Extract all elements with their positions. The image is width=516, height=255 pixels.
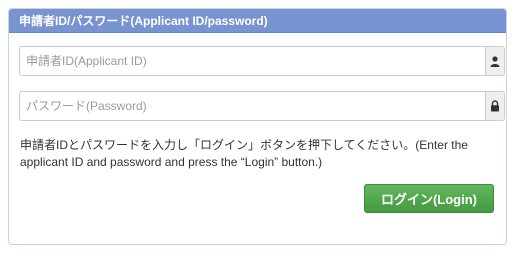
login-button[interactable]: ログイン(Login)	[364, 184, 494, 213]
password-input[interactable]	[20, 92, 485, 120]
login-panel: 申請者ID/パスワード(Applicant ID/password) 申請者ID…	[8, 8, 507, 245]
login-instructions: 申請者IDとパスワードを入力し「ログイン」ボタンを押下してください。(Enter…	[20, 138, 468, 169]
password-group	[19, 91, 505, 121]
panel-title: 申請者ID/パスワード(Applicant ID/password)	[9, 9, 506, 33]
applicant-id-group	[19, 46, 505, 76]
lock-icon	[485, 92, 504, 120]
user-icon	[485, 47, 504, 75]
applicant-id-input[interactable]	[20, 47, 485, 75]
